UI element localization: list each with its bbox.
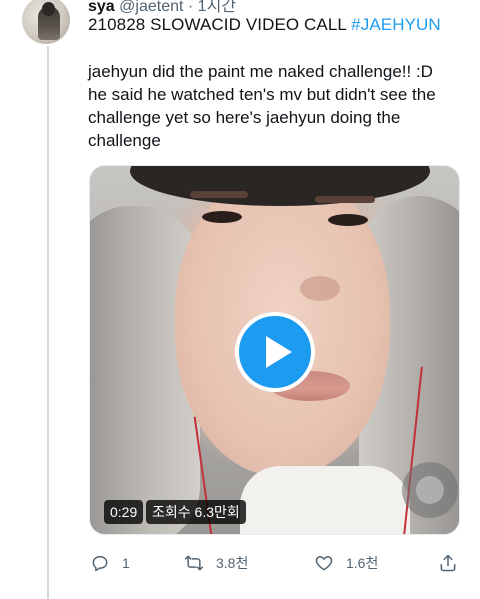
retweet-button[interactable]: 3.8천 — [184, 552, 248, 574]
avatar-head — [42, 2, 55, 16]
video-frame-shirt — [240, 466, 410, 534]
video-frame-brow — [315, 196, 375, 203]
play-button[interactable] — [235, 312, 315, 392]
subject-text: 210828 SLOWACID VIDEO CALL — [88, 15, 352, 34]
tweet-body-line: challenge — [88, 131, 161, 150]
tweet-subject-line: 210828 SLOWACID VIDEO CALL #JAEHYUN — [88, 15, 441, 35]
video-frame-nose — [300, 276, 340, 301]
tweet-time[interactable]: · 1시간 — [188, 0, 236, 15]
video-frame-eye — [202, 211, 242, 223]
tweet-header: sya @jaetent · 1시간 — [88, 0, 236, 16]
author-handle[interactable]: @jaetent — [119, 0, 183, 15]
play-icon — [265, 336, 292, 368]
tweet-action-bar: 1 3.8천 1.6천 — [88, 552, 468, 576]
like-icon — [315, 556, 333, 571]
hashtag-link[interactable]: #JAEHYUN — [351, 15, 441, 34]
share-icon — [440, 554, 456, 572]
tweet-body: jaehyun did the paint me naked challenge… — [88, 60, 468, 152]
tweet-body-line: he said he watched ten's mv but didn't s… — [88, 85, 436, 104]
video-frame-eye — [328, 214, 368, 226]
video-player[interactable]: 0:29 조회수 6.3만회 — [89, 165, 460, 535]
reply-button[interactable]: 1 — [90, 552, 130, 574]
author-name[interactable]: sya — [88, 0, 115, 15]
retweet-icon — [184, 555, 204, 571]
thread-connector-line — [47, 46, 49, 599]
reply-icon — [92, 556, 108, 572]
video-views-badge: 조회수 6.3만회 — [146, 500, 246, 524]
video-frame-brow — [190, 191, 248, 198]
assistive-touch-overlay[interactable] — [402, 462, 458, 518]
share-button[interactable] — [438, 552, 458, 574]
like-button[interactable]: 1.6천 — [314, 552, 378, 574]
like-count: 1.6천 — [346, 555, 379, 571]
avatar[interactable] — [22, 0, 70, 44]
tweet-body-line: jaehyun did the paint me naked challenge… — [88, 62, 433, 81]
reply-count: 1 — [122, 555, 130, 571]
video-duration-badge: 0:29 — [104, 500, 144, 524]
retweet-count: 3.8천 — [216, 555, 249, 571]
tweet-body-line: challenge yet so here's jaehyun doing th… — [88, 108, 401, 127]
